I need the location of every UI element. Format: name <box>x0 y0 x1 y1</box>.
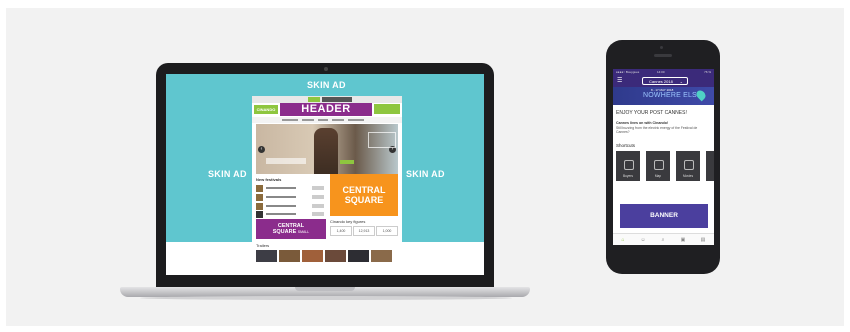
figure-box: 1,000 <box>376 226 398 236</box>
hamburger-icon[interactable]: ☰ <box>617 78 622 84</box>
central-square-small-suffix: SMALL <box>297 230 310 234</box>
calendar-icon[interactable]: ▤ <box>700 237 706 243</box>
phone-speaker <box>654 54 672 57</box>
nav-item[interactable] <box>282 119 298 121</box>
trailers-title: Trailers <box>256 243 270 248</box>
festival-row[interactable] <box>256 185 326 193</box>
shortcut-buyers[interactable]: Buyers <box>616 151 640 181</box>
carousel-prev-icon[interactable]: ‹ <box>258 146 265 153</box>
central-square-line1: CENTRAL <box>342 185 386 195</box>
shortcut-label: Buyers <box>623 174 633 178</box>
shortcuts-title: Shortcuts <box>616 143 636 148</box>
trailer-thumb[interactable] <box>325 250 346 262</box>
film-icon[interactable]: ▣ <box>680 237 686 243</box>
site-nav <box>252 117 402 123</box>
figure-box: 12,913 <box>353 226 375 236</box>
hero-film-logo <box>368 132 396 148</box>
cannes-title: Cannes lives on with Cinando! <box>616 121 669 125</box>
tab-bar: ⌂ ☺ ⌕ ▣ ▤ <box>613 233 714 245</box>
central-square-line2: SQUARE <box>344 195 384 205</box>
nav-item[interactable] <box>302 119 314 121</box>
buyers-icon <box>624 160 634 170</box>
site-topbar <box>252 96 402 103</box>
movies-icon <box>684 160 694 170</box>
nav-item[interactable] <box>348 119 364 121</box>
shortcut-movies[interactable]: Movies <box>676 151 700 181</box>
search-icon[interactable]: ⌕ <box>660 237 666 243</box>
nav-item[interactable] <box>332 119 344 121</box>
hero-image <box>314 128 338 174</box>
trailer-thumb[interactable] <box>371 250 392 262</box>
people-icon[interactable]: ☺ <box>640 237 646 243</box>
banner-title: NOWHERE ELSE <box>643 92 702 99</box>
festival-row[interactable] <box>256 194 326 202</box>
website-preview: CINANDO HEADER ‹ › New festivals CENTRAL… <box>252 96 402 275</box>
figures-title: Cinando key figures <box>330 219 366 224</box>
trailer-thumb[interactable] <box>302 250 323 262</box>
festival-row[interactable] <box>256 211 326 219</box>
shortcut-more[interactable] <box>706 151 714 181</box>
banner-ad[interactable]: BANNER <box>620 204 708 228</box>
shortcut-map[interactable]: Map <box>646 151 670 181</box>
new-festivals-title: New festivals <box>256 177 282 182</box>
phone-camera <box>660 46 663 49</box>
laptop-screen: SKIN AD SKIN AD SKIN AD CINANDO HEADER ‹… <box>166 74 484 275</box>
festival-banner[interactable]: 8 - 17 MAY 2018 NOWHERE ELSE <box>613 87 714 105</box>
skin-ad-top[interactable]: SKIN AD <box>307 80 346 90</box>
skin-ad-right[interactable]: SKIN AD <box>406 169 445 179</box>
central-square-small-ad[interactable]: CENTRAL SQUARE SMALL <box>256 219 326 239</box>
topbar-badge <box>308 97 320 102</box>
hero-button[interactable] <box>340 160 354 164</box>
laptop-shadow <box>140 296 512 300</box>
trailer-thumb[interactable] <box>256 250 277 262</box>
laptop-camera <box>324 67 328 71</box>
event-select[interactable]: Cannes 2018 ⌄ <box>642 77 688 85</box>
chevron-down-icon: ⌄ <box>679 79 683 84</box>
shortcut-label: Map <box>654 174 662 178</box>
festival-row[interactable] <box>256 203 326 211</box>
central-square-small-line2: SQUARE <box>272 229 297 235</box>
figure-box: 1,400 <box>330 226 352 236</box>
event-select-value: Cannes 2018 <box>649 79 673 84</box>
header-right-block <box>374 104 400 114</box>
phone-screen: ●●●●○ Bouygues 14:00 76 % ☰ Cannes 2018 … <box>613 69 714 245</box>
location-pin-icon <box>694 88 708 102</box>
site-logo[interactable]: CINANDO <box>254 105 278 114</box>
skin-ad-left[interactable]: SKIN AD <box>208 169 247 179</box>
map-icon <box>654 160 664 170</box>
laptop-notch <box>295 287 355 291</box>
shortcut-label: Movies <box>682 174 694 178</box>
app-topbar: ☰ Cannes 2018 ⌄ <box>613 75 714 87</box>
trailer-thumb[interactable] <box>279 250 300 262</box>
home-icon[interactable]: ⌂ <box>620 237 626 243</box>
enjoy-heading: ENJOY YOUR POST CANNES! <box>616 110 687 116</box>
cannes-body: Still buzzing from the electric energy o… <box>616 126 698 135</box>
hero-caption <box>266 158 306 164</box>
topbar-menu <box>322 97 352 102</box>
central-square-ad[interactable]: CENTRAL SQUARE <box>330 174 398 216</box>
hero-carousel[interactable]: ‹ › <box>256 124 398 174</box>
nav-item[interactable] <box>318 119 328 121</box>
header-ad[interactable]: HEADER <box>280 103 372 116</box>
trailer-thumb[interactable] <box>348 250 369 262</box>
